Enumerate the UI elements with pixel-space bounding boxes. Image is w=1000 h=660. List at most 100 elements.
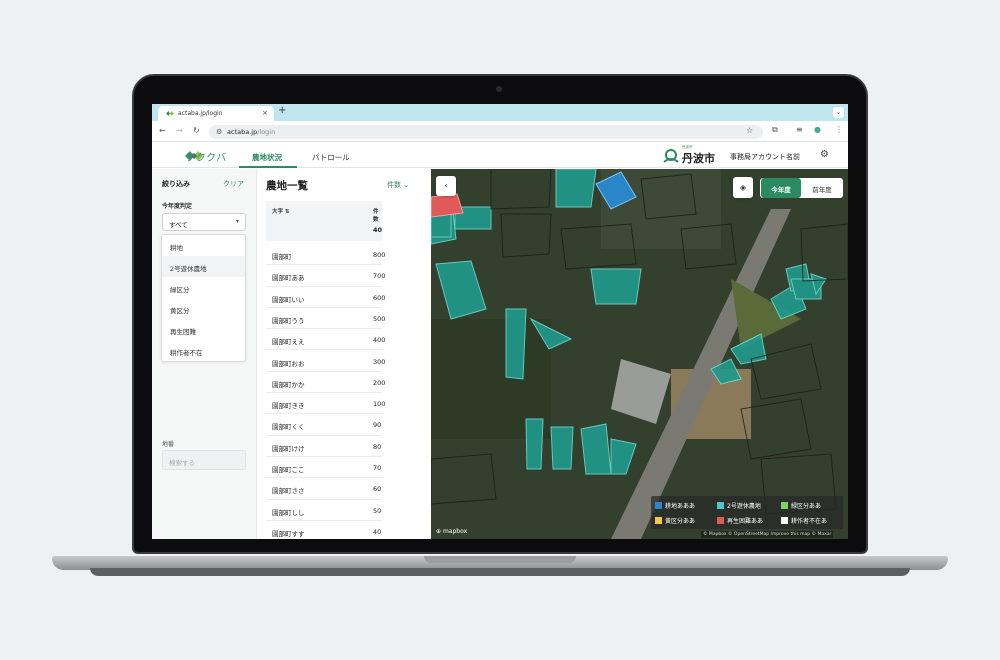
extensions-icon[interactable]: ⧉ [772,125,778,135]
row-count: 700 [373,272,386,281]
site-info-icon[interactable]: ⚙ [216,128,222,136]
row-count: 60 [373,485,382,494]
tab-patrol[interactable]: パトロール [312,152,350,163]
browser-menu-icon[interactable]: ⋮ [835,125,843,134]
total-count: 40 [373,226,383,234]
favicon-icon [166,111,174,116]
laptop-base-shadow [90,568,910,576]
column-header-count[interactable]: 件数 [373,207,382,223]
sort-select[interactable]: 件数 ⌄ [387,180,409,190]
row-count: 800 [373,251,386,259]
table-row[interactable]: 園部町けけ 80 [266,436,382,457]
table-row[interactable]: 園部町しし 50 [266,500,382,521]
active-tab-indicator [239,166,297,168]
forward-icon[interactable]: → [176,126,183,135]
clear-button[interactable]: クリア [223,179,244,189]
dropdown-option[interactable]: 耕作者不在 [162,340,245,361]
profile-avatar-icon[interactable]: ● [814,125,821,134]
table-row[interactable]: 園部町かか 200 [266,372,385,394]
bookmark-star-icon[interactable]: ☆ [746,126,753,135]
mapbox-logo: ⊕ mapbox [436,528,468,535]
row-count: 500 [373,314,386,323]
legend-item: 再生困難ああ [717,516,763,525]
row-name: 園部町けけ [272,444,305,453]
table-row[interactable]: 園部町ええ 400 [266,329,386,351]
layers-button[interactable]: ◈ [733,177,753,198]
row-count: 100 [373,400,386,409]
year-judgement-dropdown: 耕地 2号遊休農地 緑区分 黄区分 再生困難 耕作者不在 [161,234,246,362]
row-count: 40 [373,527,382,536]
address-bar[interactable]: ⚙ actaba.jp/login [209,125,763,139]
collapse-panel-button[interactable]: ‹ [436,176,456,196]
this-year-button[interactable]: 今年度 [761,178,801,198]
dropdown-option[interactable]: 耕地 [162,235,245,256]
table-row[interactable]: 園部町すす 40 [266,521,382,539]
dropdown-option[interactable]: 2号遊休農地 [162,256,245,277]
row-count: 400 [373,336,386,345]
url-path: /login [257,128,276,136]
row-name: 園部町しし [272,508,305,517]
row-name: 園部町すす [272,529,305,538]
row-name: 園部町ここ [272,466,305,474]
table-row[interactable]: 園部町いい 600 [266,287,386,308]
dropdown-option[interactable]: 再生困難 [162,319,245,340]
sort-value: 件数 [387,181,401,189]
chevron-left-icon: ‹ [444,181,448,190]
lot-search-input[interactable]: 検索する [162,450,246,470]
year-judgement-label: 今年度判定 [162,203,193,210]
reload-icon[interactable]: ↻ [193,126,200,135]
year-judgement-select[interactable]: すべて ▾ [162,213,246,231]
gear-icon[interactable]: ⚙ [820,149,829,160]
table-row[interactable]: 園部町 800 [266,244,386,266]
last-year-button[interactable]: 前年度 [802,178,842,198]
tab-farmland-status[interactable]: 農地状況 [252,152,282,163]
legend-swatch [717,502,724,509]
media-icon[interactable]: ≡ [796,125,803,134]
legend-swatch [717,517,724,524]
row-count: 70 [373,464,382,472]
legend-item: 緑区分ああ [781,501,821,510]
map-attribution[interactable]: © Mapbox © OpenStreetMap Improve this ma… [701,531,834,538]
table-row[interactable]: 園部町ああ 700 [266,265,386,287]
row-count: 50 [373,506,382,515]
dropdown-option[interactable]: 黄区分 [162,298,245,319]
table-row[interactable]: 園部町くく 90 [266,414,382,436]
row-count: 600 [373,293,386,302]
lot-number-label: 地番 [162,441,175,448]
table-row[interactable]: 園部町ここ 70 [266,457,382,479]
layers-icon: ◈ [739,183,747,192]
row-name: 園部町ささ [272,487,305,496]
screen: actaba.jp/login × + ⌄ ← → ↻ ⚙ actaba.jp/… [152,104,848,539]
farmland-list-panel: 農地一覧 件数 ⌄ 大字 ⇅ 件数 40 園部町 800 園部町ああ 700 園部町いい… [257,169,527,539]
browser-toolbar: ← → ↻ ⚙ actaba.jp/login [152,121,848,142]
table-row[interactable]: 園部町きき 100 [266,393,386,415]
legend-swatch [655,517,662,524]
legend-swatch [781,502,788,509]
table-row[interactable]: 園部町うう 500 [266,308,386,330]
back-icon[interactable]: ← [159,126,166,135]
dropdown-option[interactable]: 緑区分 [162,277,245,298]
browser-tab[interactable]: actaba.jp/login × [158,106,274,121]
column-header-name[interactable]: 大字 ⇅ [272,207,290,215]
year-toggle: 今年度 前年度 [760,178,843,198]
account-name[interactable]: 事務局アカウント名前 [730,152,800,162]
app-logo-text: アククバ [186,153,227,164]
map-imagery[interactable] [431,169,848,539]
list-title: 農地一覧 [266,180,308,192]
row-count: 80 [373,442,382,451]
row-name: 園部町かか [272,380,305,389]
table-header: 大字 ⇅ 件数 40 [266,201,382,241]
laptop-notch [424,556,576,563]
legend-swatch [781,517,788,524]
table-row[interactable]: 園部町おお 300 [266,351,385,372]
legend-item: 黄区分ああ [655,516,695,525]
close-tab-icon[interactable]: × [262,109,268,117]
chevron-down-icon[interactable]: ⌄ [833,107,844,118]
legend-item: 2号遊休農地 [717,501,761,510]
table-row[interactable]: 園部町ささ 60 [266,478,382,500]
row-name: 園部町きき [272,402,305,411]
new-tab-button[interactable]: + [278,105,286,116]
map-legend: 耕地あああ 2号遊休農地 緑区分ああ 黄区分ああ 再生困難ああ 耕作者不在あ [651,496,843,529]
row-name: 園部町 [272,253,292,261]
satellite-map[interactable]: ‹ ◈ 今年度 前年度 耕地あああ 2号遊休農地 緑区分ああ 黄区分ああ 再生困… [431,169,848,539]
